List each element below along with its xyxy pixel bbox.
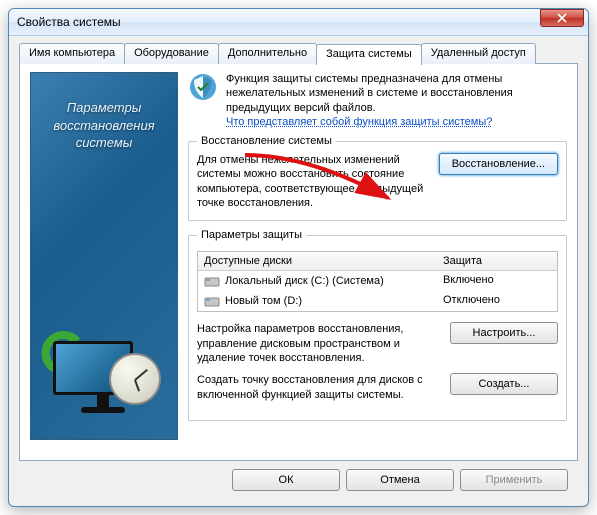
create-description: Создать точку восстановления для дисков … — [197, 373, 442, 402]
close-button[interactable] — [540, 9, 584, 27]
ok-button[interactable]: ОК — [232, 469, 340, 491]
disk-row[interactable]: Новый том (D:) Отключено — [198, 291, 557, 311]
tab-computer-name[interactable]: Имя компьютера — [19, 43, 125, 64]
protection-legend: Параметры защиты — [197, 229, 306, 241]
restore-legend: Восстановление системы — [197, 135, 336, 147]
main-column: Функция защиты системы предназначена для… — [188, 72, 567, 448]
col-available-disks[interactable]: Доступные диски — [198, 252, 437, 270]
dialog-footer: ОК Отмена Применить — [19, 461, 578, 491]
clock-icon — [109, 353, 161, 405]
restore-group: Восстановление системы Для отмены нежела… — [188, 135, 567, 221]
banner-heading: Параметры восстановления системы — [31, 99, 177, 152]
side-banner: Параметры восстановления системы — [30, 72, 178, 440]
shield-icon — [188, 72, 218, 102]
close-icon — [557, 13, 567, 23]
titlebar[interactable]: Свойства системы — [9, 9, 588, 36]
banner-line-1: Параметры — [31, 99, 177, 117]
tab-panel: Параметры восстановления системы — [19, 63, 578, 461]
disk-state: Включено — [437, 271, 557, 291]
disk-name: Локальный диск (C:) (Система) — [225, 275, 384, 287]
protection-group: Параметры защиты Доступные диски Защита … — [188, 229, 567, 420]
system-properties-window: Свойства системы Имя компьютера Оборудов… — [8, 8, 589, 507]
disk-list-header: Доступные диски Защита — [198, 252, 557, 271]
configure-description: Настройка параметров восстановления, упр… — [197, 322, 442, 365]
configure-button[interactable]: Настроить... — [450, 322, 558, 344]
disk-state: Отключено — [437, 291, 557, 311]
disk-row[interactable]: Локальный диск (C:) (Система) Включено — [198, 271, 557, 291]
restore-button[interactable]: Восстановление... — [439, 153, 558, 175]
disk-name: Новый том (D:) — [225, 295, 302, 307]
tab-system-protection[interactable]: Защита системы — [316, 44, 422, 65]
tab-hardware[interactable]: Оборудование — [124, 43, 219, 64]
create-button[interactable]: Создать... — [450, 373, 558, 395]
window-title: Свойства системы — [17, 15, 540, 29]
banner-line-3: системы — [31, 134, 177, 152]
content-area: Имя компьютера Оборудование Дополнительн… — [9, 36, 588, 499]
restore-description: Для отмены нежелательных изменений систе… — [197, 153, 431, 210]
intro-block: Функция защиты системы предназначена для… — [188, 72, 567, 129]
banner-line-2: восстановления — [31, 117, 177, 135]
disk-icon — [204, 294, 220, 308]
intro-help-link[interactable]: Что представляет собой функция защиты си… — [226, 116, 492, 128]
apply-button[interactable]: Применить — [460, 469, 568, 491]
intro-description: Функция защиты системы предназначена для… — [226, 73, 513, 114]
disk-list[interactable]: Доступные диски Защита Локальный диск (C… — [197, 251, 558, 312]
tab-remote[interactable]: Удаленный доступ — [421, 43, 536, 64]
cancel-button[interactable]: Отмена — [346, 469, 454, 491]
disk-icon — [204, 274, 220, 288]
tab-strip: Имя компьютера Оборудование Дополнительн… — [19, 42, 578, 63]
intro-text: Функция защиты системы предназначена для… — [226, 72, 567, 129]
tab-advanced[interactable]: Дополнительно — [218, 43, 317, 64]
col-protection[interactable]: Защита — [437, 252, 557, 270]
